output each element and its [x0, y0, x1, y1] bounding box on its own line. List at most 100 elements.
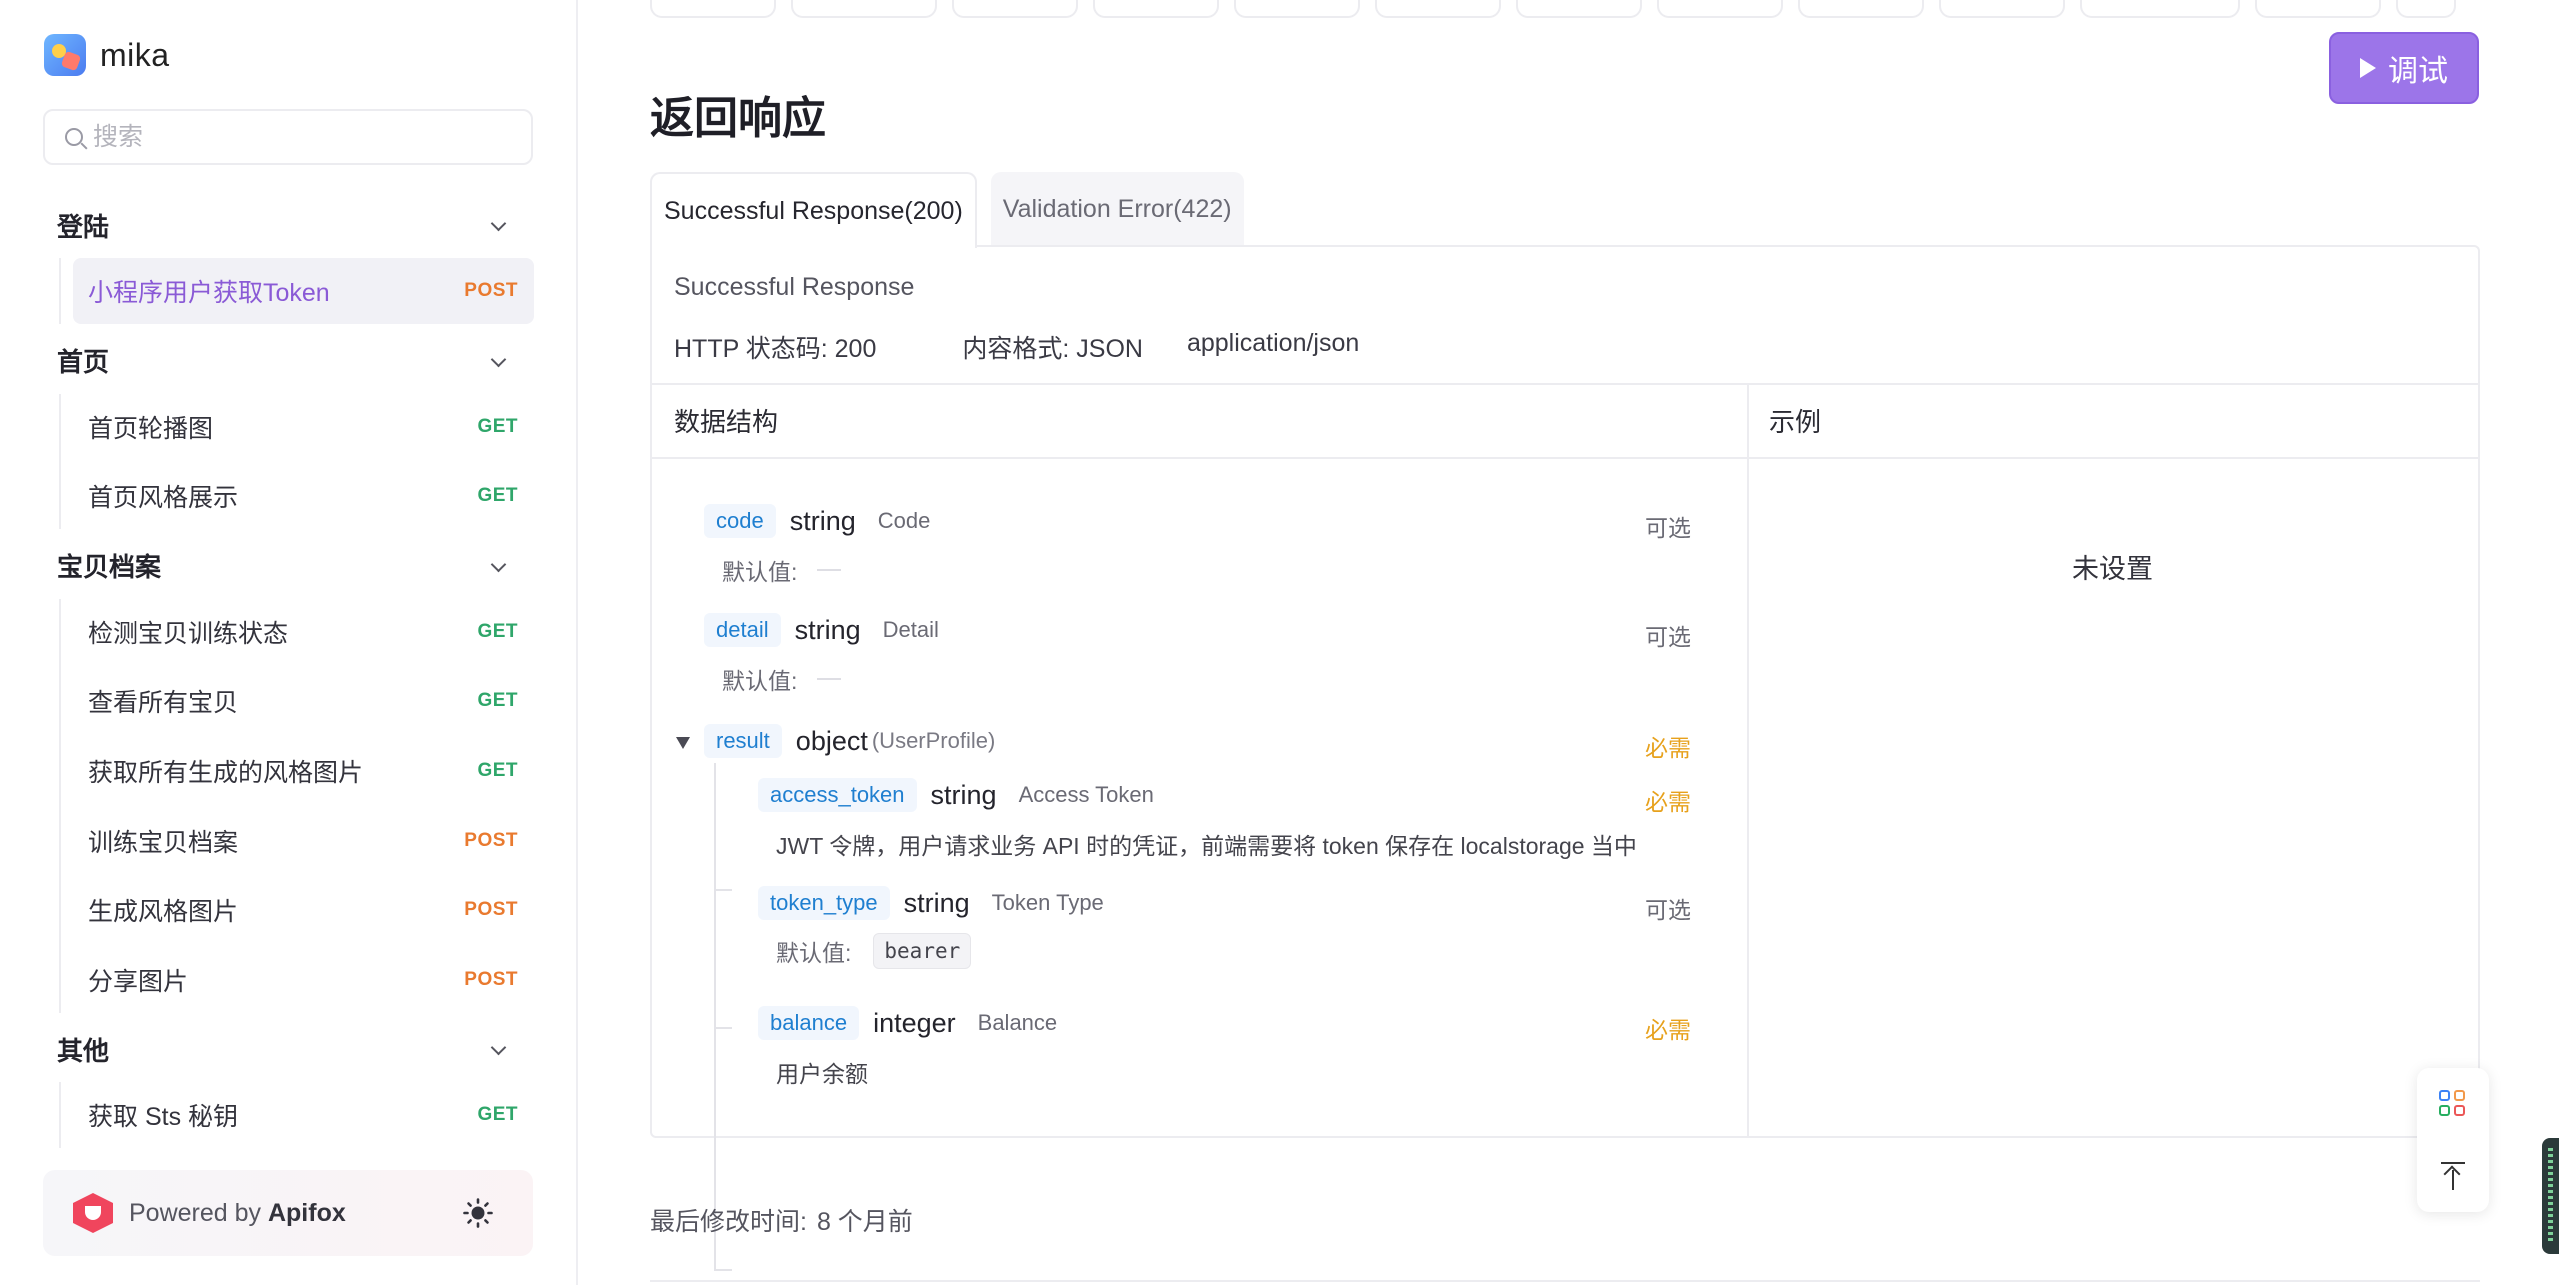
last-modified-label: 最后修改时间:	[650, 1208, 807, 1236]
nav-group-other[interactable]: 其他	[0, 1016, 578, 1082]
nav-item-check-training[interactable]: 检测宝贝训练状态 GET	[73, 599, 534, 665]
search-input[interactable]	[93, 122, 513, 152]
nav-item-label: 小程序用户获取Token	[88, 279, 330, 307]
brand[interactable]: mika	[44, 34, 170, 76]
nav-item-generate-style[interactable]: 生成风格图片 POST	[73, 877, 534, 943]
chevron-down-icon	[490, 351, 507, 367]
field-type: string	[930, 779, 997, 810]
nav-group-login[interactable]: 登陆	[0, 192, 578, 258]
chevron-down-icon	[490, 1040, 507, 1056]
section-title: 返回响应	[650, 94, 826, 143]
top-tab[interactable]	[1657, 0, 1783, 18]
field-type: object	[795, 725, 868, 756]
nav-group-items: 小程序用户获取Token POST	[59, 258, 578, 324]
main-content: 调试 返回响应 Successful Response(200) Validat…	[578, 0, 2559, 1285]
nav-item-home-carousel[interactable]: 首页轮播图 GET	[73, 394, 534, 460]
method-badge: POST	[464, 280, 518, 301]
divider	[652, 457, 2478, 459]
top-tab[interactable]	[2255, 0, 2381, 18]
field-required: 必需	[1645, 789, 1691, 815]
field-name: balance	[758, 1006, 860, 1040]
play-icon	[2360, 58, 2376, 78]
collapse-caret-icon[interactable]	[676, 737, 690, 749]
field-description: JWT 令牌，用户请求业务 API 时的凭证，前端需要将 token 保存在 l…	[776, 833, 1637, 859]
nav-item-list-babies[interactable]: 查看所有宝贝 GET	[73, 668, 534, 734]
field-default: 默认值: bearer	[776, 933, 972, 969]
nav-item-sts-key[interactable]: 获取 Sts 秘钥 GET	[73, 1082, 534, 1148]
field-token-type: token_type string Token Type	[758, 883, 1104, 923]
field-required: 必需	[1645, 735, 1691, 761]
debug-button[interactable]: 调试	[2329, 32, 2479, 104]
field-type: string	[794, 614, 861, 645]
field-default: 默认值:	[722, 662, 842, 696]
powered-by-apifox[interactable]: Powered by Apifox	[43, 1170, 533, 1256]
nav-item-label: 首页轮播图	[88, 414, 214, 443]
nav-item-train-profile[interactable]: 训练宝贝档案 POST	[73, 808, 534, 874]
response-tabs: Successful Response(200) Validation Erro…	[650, 172, 1244, 248]
divider	[652, 383, 2478, 385]
nav-item-label: 首页风格展示	[88, 484, 239, 513]
nav-item-share-image[interactable]: 分享图片 POST	[73, 947, 534, 1013]
tab-successful-response[interactable]: Successful Response(200)	[650, 172, 977, 248]
top-tab[interactable]	[1939, 0, 2065, 18]
nav-group-items: 获取 Sts 秘钥 GET	[59, 1082, 578, 1149]
mime-type: application/json	[1186, 329, 1360, 357]
empty-default	[817, 678, 842, 680]
field-title: Access Token	[1018, 782, 1154, 807]
field-description: 用户余额	[776, 1061, 868, 1087]
default-value-chip: bearer	[873, 933, 972, 969]
field-title: Balance	[977, 1010, 1058, 1035]
nav-item-home-styles[interactable]: 首页风格展示 GET	[73, 463, 534, 529]
schema-header: 数据结构	[674, 406, 779, 437]
nav-item-miniprogram-token[interactable]: 小程序用户获取Token POST	[73, 258, 534, 324]
field-title: Code	[877, 508, 931, 533]
nav-item-label: 获取所有生成的风格图片	[88, 758, 364, 787]
divider	[650, 1280, 2480, 1282]
top-tab[interactable]	[1093, 0, 1219, 18]
last-modified: 最后修改时间: 8 个月前	[650, 1202, 913, 1238]
tree-line	[714, 1027, 732, 1029]
chevron-down-icon	[490, 215, 507, 232]
apifox-logo-icon	[73, 1193, 113, 1233]
nav-group-baby-profile[interactable]: 宝贝档案	[0, 533, 578, 599]
nav-item-list-style-images[interactable]: 获取所有生成的风格图片 GET	[73, 738, 534, 804]
nav-item-label: 获取 Sts 秘钥	[88, 1103, 239, 1132]
field-access-token: access_token string Access Token	[758, 775, 1154, 815]
top-tab[interactable]	[1234, 0, 1360, 18]
field-subtype: (UserProfile)	[871, 728, 996, 753]
top-tab-strip	[650, 0, 2471, 18]
field-name: detail	[704, 613, 781, 647]
search-box	[43, 109, 533, 165]
tree-line	[714, 1269, 732, 1271]
top-tab[interactable]	[1516, 0, 1642, 18]
method-badge: GET	[477, 485, 518, 507]
top-tab[interactable]	[791, 0, 937, 18]
field-name: access_token	[758, 778, 917, 812]
theme-toggle-sun-icon[interactable]	[463, 1198, 493, 1228]
field-name: code	[704, 504, 776, 538]
method-badge: POST	[464, 899, 518, 921]
floating-toolbar	[2417, 1068, 2489, 1212]
method-badge: GET	[477, 620, 518, 642]
edge-widget[interactable]	[2542, 1138, 2559, 1254]
tab-validation-error[interactable]: Validation Error(422)	[990, 172, 1244, 246]
chevron-down-icon	[490, 556, 507, 573]
top-tab[interactable]	[650, 0, 776, 18]
tree-line	[714, 763, 716, 1269]
nav-group-title: 宝贝档案	[57, 552, 162, 583]
nav-group-title: 登陆	[57, 211, 110, 242]
top-tab[interactable]	[2080, 0, 2240, 18]
top-tab[interactable]	[2396, 0, 2456, 18]
nav-group-home[interactable]: 首页	[0, 328, 578, 394]
apps-grid-icon[interactable]	[2439, 1090, 2467, 1118]
top-tab[interactable]	[1798, 0, 1924, 18]
nav-group-title: 其他	[57, 1035, 110, 1066]
top-tab[interactable]	[952, 0, 1078, 18]
field-required: 可选	[1645, 515, 1691, 541]
last-modified-value: 8 个月前	[816, 1208, 913, 1236]
nav-group-items: 首页轮播图 GET 首页风格展示 GET	[59, 393, 578, 530]
top-tab[interactable]	[1375, 0, 1501, 18]
field-required: 可选	[1645, 897, 1691, 923]
method-badge: GET	[477, 759, 518, 781]
method-badge: POST	[464, 968, 518, 990]
